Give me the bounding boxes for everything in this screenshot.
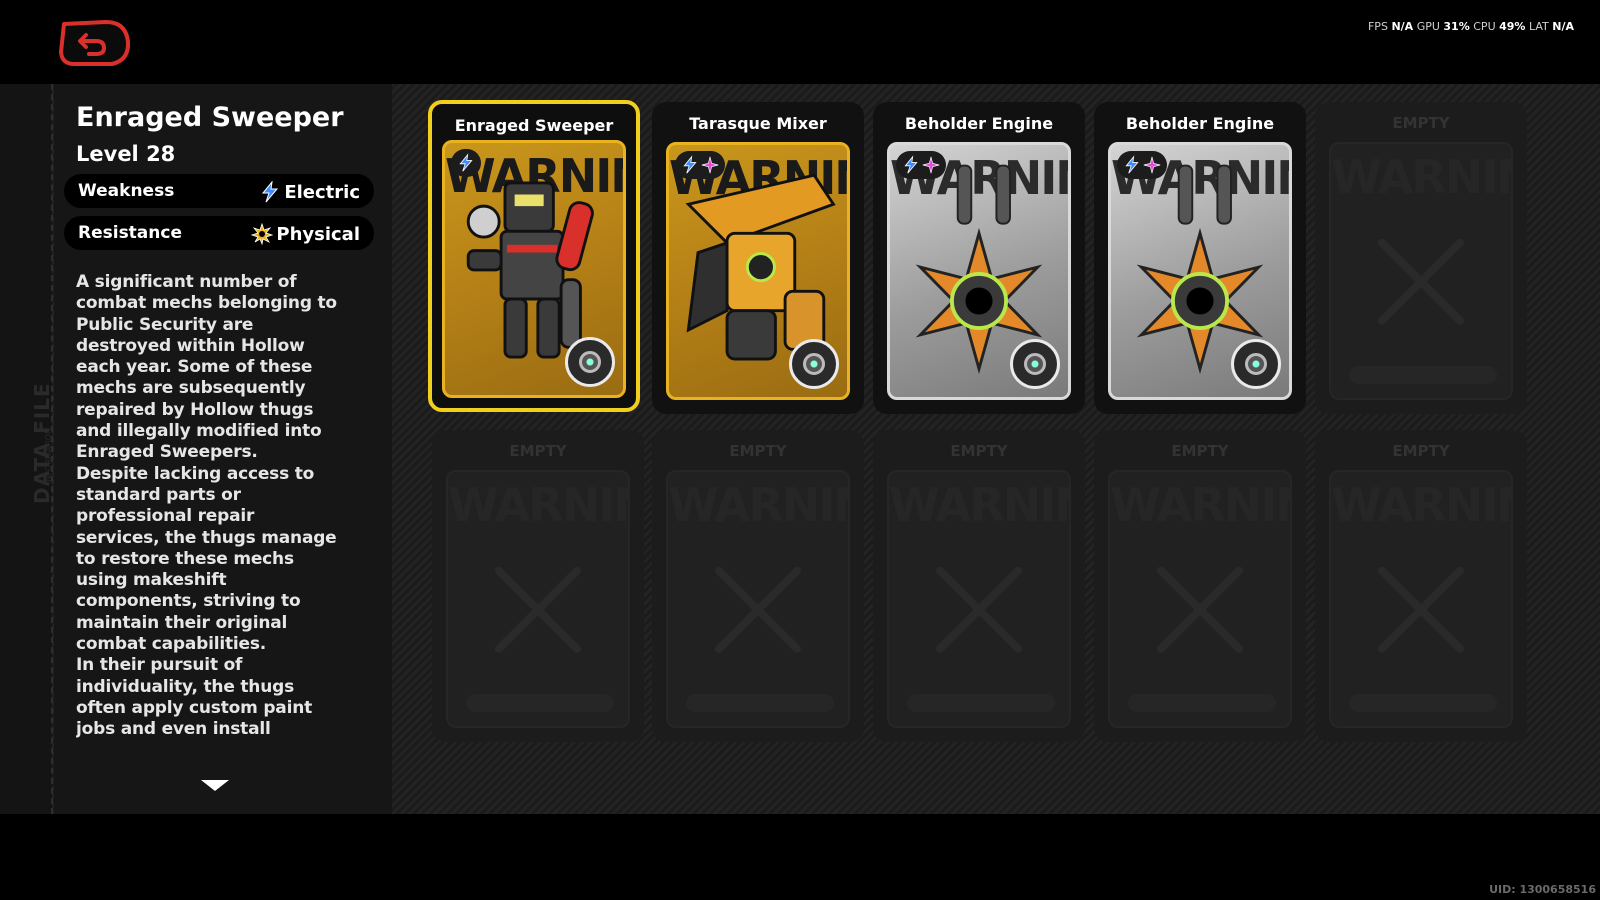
electric-icon <box>262 181 279 203</box>
empty-slot-bar <box>1349 694 1497 712</box>
ether-icon <box>701 156 719 174</box>
slot-title: Enraged Sweeper <box>454 116 614 135</box>
vertical-subtitle: INFORMATION <box>44 427 53 484</box>
weakness-pill: Weakness Electric <box>64 174 374 208</box>
ethereal-badge <box>1231 339 1281 389</box>
machine-badge <box>565 337 615 387</box>
enemy-description: A significant number of combat mechs bel… <box>76 272 337 742</box>
empty-slot[interactable]: EMPTY WARNING <box>652 430 864 742</box>
slot-title: Beholder Engine <box>1125 114 1275 133</box>
badge-core <box>1024 353 1046 375</box>
enemy-slot[interactable]: Beholder Engine WARNING <box>1094 102 1306 414</box>
enemy-card-art: WARNING <box>442 140 626 398</box>
empty-slot-bar <box>907 694 1055 712</box>
resistance-label: Resistance <box>78 223 182 243</box>
ether-icon <box>1143 156 1161 174</box>
top-bar: FPS N/A GPU 31% CPU 49% LAT N/A <box>0 0 1600 84</box>
attribute-tag <box>896 151 946 179</box>
slot-title: EMPTY <box>950 442 1008 460</box>
back-button[interactable] <box>56 18 132 68</box>
resistance-value-wrap: Physical <box>251 223 360 245</box>
enemy-slot[interactable]: Tarasque Mixer WARNING <box>652 102 864 414</box>
gpu-label: GPU <box>1416 20 1440 33</box>
gpu-value: 31% <box>1443 20 1470 33</box>
attribute-tag <box>1117 151 1167 179</box>
lat-value: N/A <box>1552 20 1574 33</box>
empty-slot[interactable]: EMPTY WARNING <box>432 430 644 742</box>
slot-title: EMPTY <box>1392 114 1450 132</box>
ethereal-badge <box>789 339 839 389</box>
empty-slot[interactable]: EMPTY WARNING <box>1315 102 1527 414</box>
empty-x-icon <box>935 566 1023 653</box>
empty-x-icon <box>494 566 582 653</box>
badge-core <box>803 353 825 375</box>
lat-label: LAT <box>1528 20 1549 33</box>
slot-title: Beholder Engine <box>904 114 1054 133</box>
empty-slot[interactable]: EMPTY WARNING <box>1094 430 1306 742</box>
empty-slot-bar <box>686 694 834 712</box>
badge-core <box>579 351 601 373</box>
performance-overlay: FPS N/A GPU 31% CPU 49% LAT N/A <box>1368 20 1574 33</box>
empty-x-icon <box>1156 566 1244 653</box>
enemy-card-art: WARNING <box>1108 142 1292 400</box>
empty-slot-bar <box>466 694 614 712</box>
slot-title: EMPTY <box>1392 442 1450 460</box>
empty-slot-bar <box>1349 366 1497 384</box>
slot-title: EMPTY <box>1171 442 1229 460</box>
scroll-down-icon[interactable] <box>201 780 229 791</box>
electric-icon <box>904 155 918 174</box>
empty-card-placeholder: WARNING <box>666 470 850 728</box>
slot-title: EMPTY <box>729 442 787 460</box>
cpu-label: CPU <box>1473 20 1496 33</box>
enemy-level: Level 28 <box>76 142 176 166</box>
empty-slot[interactable]: EMPTY WARNING <box>1315 430 1527 742</box>
ether-icon <box>922 156 940 174</box>
resistance-pill: Resistance Physical <box>64 216 374 250</box>
empty-card-placeholder: WARNING <box>887 470 1071 728</box>
empty-x-icon <box>1377 566 1465 653</box>
attribute-tag <box>675 151 725 179</box>
uid-label: UID: 1300658516 <box>1489 883 1596 896</box>
enemy-name: Enraged Sweeper <box>76 102 344 133</box>
main-area: DATA FILE INFORMATION Enraged Sweeper Le… <box>0 84 1600 814</box>
empty-x-icon <box>714 566 802 653</box>
empty-card-placeholder: WARNING <box>1329 142 1513 400</box>
electric-icon <box>1125 155 1139 174</box>
fps-label: FPS <box>1367 20 1388 33</box>
electric-icon <box>459 153 473 172</box>
enemy-card-art: WARNING <box>887 142 1071 400</box>
weakness-value-wrap: Electric <box>259 181 360 203</box>
empty-card-placeholder: WARNING <box>1108 470 1292 728</box>
slot-title: Tarasque Mixer <box>689 114 827 133</box>
empty-card-placeholder: WARNING <box>1329 470 1513 728</box>
physical-icon <box>251 223 274 245</box>
empty-card-placeholder: WARNING <box>446 470 630 728</box>
empty-slot[interactable]: EMPTY WARNING <box>873 430 1085 742</box>
resistance-value: Physical <box>276 223 360 245</box>
empty-slot-bar <box>1128 694 1276 712</box>
enemy-card-art: WARNING <box>666 142 850 400</box>
enemy-info-panel: Enraged Sweeper Level 28 Weakness Electr… <box>54 84 392 814</box>
enemy-slot[interactable]: Beholder Engine WARNING <box>873 102 1085 414</box>
weakness-label: Weakness <box>78 181 175 201</box>
enemy-slot-selected[interactable]: Enraged Sweeper WARNING <box>428 100 640 412</box>
fps-value: N/A <box>1391 20 1414 33</box>
slot-title: EMPTY <box>509 442 567 460</box>
cpu-value: 49% <box>1499 20 1526 33</box>
back-icon <box>59 20 131 66</box>
attribute-tag <box>451 149 481 177</box>
electric-icon <box>683 155 697 174</box>
description-scroll[interactable]: A significant number of combat mechs bel… <box>76 272 376 742</box>
badge-core <box>1245 353 1267 375</box>
empty-x-icon <box>1377 238 1465 325</box>
weakness-value: Electric <box>284 181 360 203</box>
ethereal-badge <box>1010 339 1060 389</box>
